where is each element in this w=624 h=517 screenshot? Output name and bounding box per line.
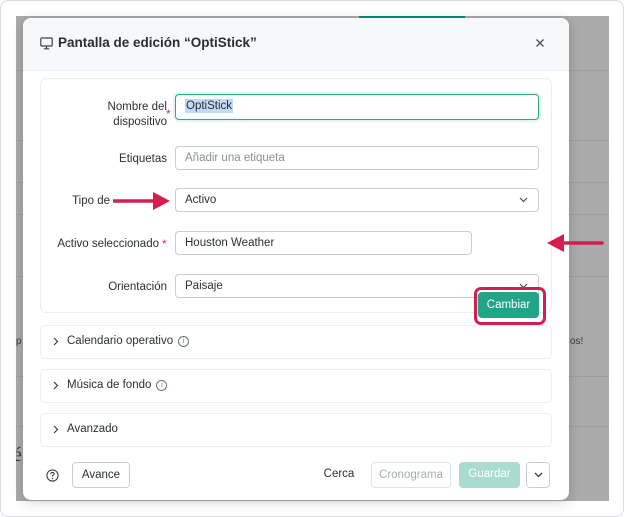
- chevron-right-icon: [53, 425, 59, 434]
- close-icon[interactable]: [534, 37, 546, 49]
- chevron-down-icon: [519, 197, 528, 203]
- chevron-down-icon: [534, 472, 542, 478]
- section-label: Avanzado: [67, 423, 118, 435]
- background-text-bottom: é: [16, 444, 22, 467]
- tags-label: Etiquetas: [119, 153, 167, 165]
- edit-screen-dialog: Pantalla de edición “OptiStick” Nombre d…: [23, 18, 569, 500]
- section-background-music[interactable]: Música de fondo i: [40, 369, 552, 403]
- info-icon[interactable]: i: [178, 336, 190, 347]
- tags-placeholder: Añadir una etiqueta: [185, 152, 285, 164]
- save-button[interactable]: Guardar: [459, 462, 520, 488]
- section-title: Música de fondo: [67, 379, 152, 391]
- help-circle-icon[interactable]: [46, 469, 59, 482]
- schedule-button[interactable]: Cronograma: [371, 462, 451, 488]
- background-text-right: os!: [570, 336, 584, 347]
- close-button[interactable]: Cerca: [319, 462, 359, 488]
- section-advanced[interactable]: Avanzado: [40, 413, 552, 447]
- change-asset-button[interactable]: Cambiar: [478, 292, 539, 318]
- advanced-button[interactable]: Avance: [72, 462, 130, 488]
- selected-asset-label: Activo seleccionado: [57, 238, 159, 250]
- dialog-title: Pantalla de edición “OptiStick”: [58, 35, 257, 50]
- background-text-left: p: [16, 336, 22, 347]
- section-title: Calendario operativo: [67, 335, 174, 347]
- annotation-arrow-left: [547, 234, 604, 252]
- orientation-label: Orientación: [108, 281, 167, 293]
- chevron-right-icon: [53, 337, 59, 346]
- required-marker: *: [166, 107, 171, 121]
- device-name-label: Nombre del dispositivo: [108, 100, 167, 130]
- chevron-right-icon: [53, 381, 59, 390]
- type-label: Tipo de: [72, 195, 110, 207]
- orientation-value: Paisaje: [185, 280, 223, 292]
- save-options-button[interactable]: [526, 462, 550, 488]
- monitor-icon: [40, 37, 53, 50]
- tags-input[interactable]: Añadir una etiqueta: [175, 146, 539, 170]
- type-select[interactable]: Activo: [175, 188, 539, 212]
- device-name-input[interactable]: OptiStick: [175, 94, 539, 120]
- dialog-header: Pantalla de edición “OptiStick”: [23, 18, 569, 71]
- section-label: Calendario operativo i: [67, 335, 190, 347]
- section-title: Avanzado: [67, 423, 118, 435]
- device-name-value: OptiStick: [185, 99, 234, 113]
- required-marker: *: [162, 237, 167, 251]
- selected-asset-value: Houston Weather: [185, 237, 275, 249]
- device-name-label-line1: Nombre del: [107, 101, 167, 113]
- annotation-arrow-right: [113, 192, 170, 210]
- type-value: Activo: [185, 194, 217, 206]
- device-name-label-line2: dispositivo: [113, 116, 167, 128]
- selected-asset-input[interactable]: Houston Weather: [175, 231, 472, 255]
- section-operating-calendar[interactable]: Calendario operativo i: [40, 325, 552, 359]
- screenshot-frame: p os! é Pantalla de edición “OptiStick” …: [0, 0, 624, 517]
- section-label: Música de fondo i: [67, 379, 168, 391]
- info-icon[interactable]: i: [156, 380, 168, 391]
